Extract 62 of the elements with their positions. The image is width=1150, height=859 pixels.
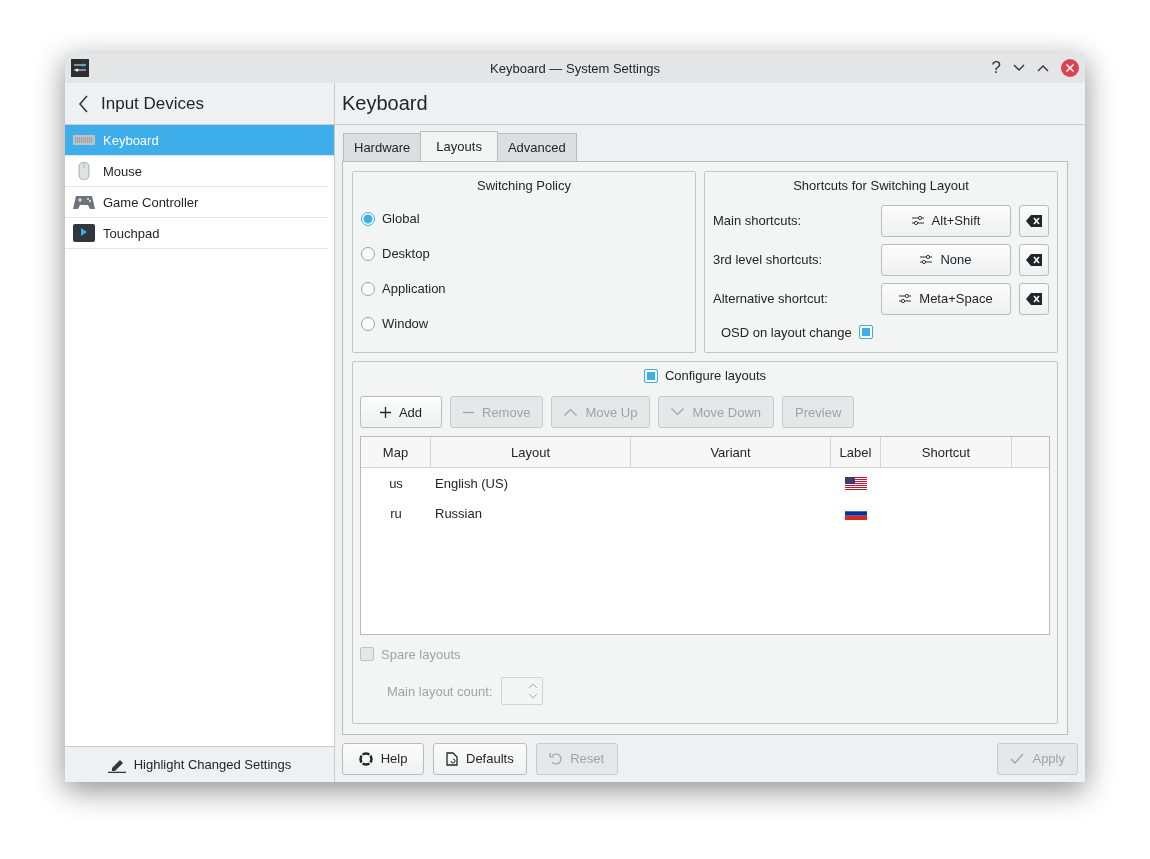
column-header[interactable]: Map: [361, 437, 431, 467]
check-icon: [1010, 753, 1025, 764]
minimize-icon[interactable]: [1013, 64, 1025, 72]
sliders-icon: [911, 215, 924, 227]
column-header[interactable]: Label: [831, 437, 881, 467]
shortcut-button[interactable]: Meta+Space: [881, 282, 1011, 315]
radio-option[interactable]: Desktop: [361, 236, 687, 271]
sliders-icon: [899, 293, 912, 305]
tab[interactable]: Hardware: [343, 133, 422, 161]
backspace-icon: [1026, 214, 1042, 227]
shortcut-label: Alternative shortcut:: [713, 291, 829, 307]
plus-icon: [379, 406, 391, 418]
radio-option[interactable]: Global: [361, 201, 687, 236]
back-icon[interactable]: [79, 94, 89, 113]
footer-button[interactable]: Defaults: [433, 742, 527, 775]
table-cell-text: ru: [389, 504, 403, 523]
tab[interactable]: Layouts: [420, 131, 498, 161]
chevron-up-icon: [564, 408, 578, 416]
lifebuoy-icon: [358, 751, 373, 766]
window-title: Keyboard — System Settings: [490, 60, 660, 76]
close-icon[interactable]: [1061, 59, 1079, 77]
backspace-icon: [1026, 292, 1042, 305]
shortcut-label: 3rd level shortcuts:: [713, 252, 824, 268]
clear-shortcut-button[interactable]: [1019, 282, 1049, 315]
sidebar-item[interactable]: Mouse: [65, 156, 328, 187]
table-cell-text: us: [388, 474, 404, 493]
tab[interactable]: Advanced: [496, 133, 577, 161]
page-title: Keyboard: [342, 92, 428, 115]
keyboard-icon: [73, 135, 95, 145]
clear-shortcut-button[interactable]: [1019, 243, 1049, 276]
flag-icon: [845, 476, 867, 490]
clear-shortcut-button[interactable]: [1019, 204, 1049, 237]
sidebar-item[interactable]: Touchpad: [65, 218, 328, 249]
column-header[interactable]: Shortcut: [881, 437, 1012, 467]
shortcut-button[interactable]: Alt+Shift: [881, 204, 1011, 237]
sliders-icon: [920, 254, 933, 266]
footer-button[interactable]: Help: [342, 742, 424, 775]
configure-layouts-checkbox[interactable]: Configure layouts: [360, 368, 1050, 383]
layout-count-label: Main layout count:: [387, 683, 493, 699]
radio-option[interactable]: Window: [361, 306, 687, 341]
document-icon: [446, 751, 458, 766]
osd-checkbox[interactable]: OSD on layout change: [713, 318, 1049, 346]
gamepad-icon: [73, 194, 95, 210]
column-header[interactable]: Layout: [431, 437, 631, 467]
touchpad-icon: [73, 224, 95, 242]
chevron-down-icon: [671, 408, 685, 416]
sliders-icon: [71, 59, 89, 77]
shortcut-button[interactable]: None: [881, 243, 1011, 276]
shortcut-label: Main shortcuts:: [713, 213, 803, 229]
undo-icon: [549, 752, 563, 765]
help-button[interactable]: ?: [991, 58, 1001, 78]
toolbar-button[interactable]: Add: [360, 396, 442, 428]
table-cell-text: English (US): [434, 474, 509, 493]
maximize-icon[interactable]: [1037, 64, 1049, 72]
table-cell-text: Russian: [434, 504, 483, 523]
category-title: Input Devices: [101, 93, 204, 114]
radio-option[interactable]: Application: [361, 271, 687, 306]
group-title: Shortcuts for Switching Layout: [792, 178, 970, 193]
group-title: Switching Policy: [476, 178, 572, 193]
sidebar-item[interactable]: Game Controller: [65, 187, 328, 218]
backspace-icon: [1026, 253, 1042, 266]
column-header[interactable]: Variant: [631, 437, 831, 467]
